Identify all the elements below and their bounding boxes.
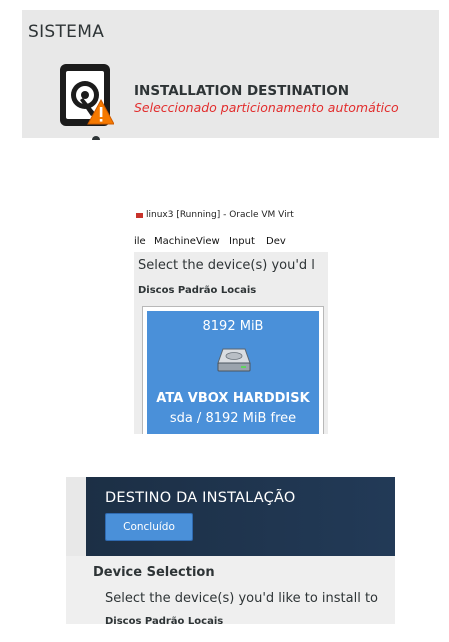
disk-size: 8192 MiB bbox=[202, 319, 264, 334]
virtualbox-window-crop: linux3 [Running] - Oracle VM Virt ile Ma… bbox=[134, 206, 328, 434]
done-button[interactable]: Concluído bbox=[105, 513, 193, 541]
disk-card[interactable]: 8192 MiB ATA VBOX HARDDISK sda / 8192 Mi… bbox=[142, 306, 324, 434]
menu-view[interactable]: View bbox=[196, 236, 220, 247]
menu-file[interactable]: ile bbox=[134, 236, 146, 247]
virtualbox-icon bbox=[136, 213, 143, 218]
installation-destination-title[interactable]: INSTALLATION DESTINATION bbox=[134, 83, 349, 99]
menu-input[interactable]: Input bbox=[229, 236, 255, 247]
local-disks-label: Discos Padrão Locais bbox=[138, 285, 257, 296]
system-summary-panel: SISTEMA INSTALLATION DESTINATION Selecci… bbox=[22, 10, 439, 138]
menu-machine[interactable]: Machine bbox=[154, 236, 196, 247]
hard-disk-warning-icon[interactable] bbox=[56, 62, 115, 132]
device-selection-prompt: Select the device(s) you'd l bbox=[138, 258, 315, 273]
installation-destination-spoke: DESTINO DA INSTALAÇÃO Concluído Device S… bbox=[66, 477, 395, 624]
menu-bar: ile Machine View Input Dev bbox=[134, 232, 328, 250]
installation-destination-status: Seleccionado particionamento automático bbox=[134, 100, 399, 115]
hard-drive-icon bbox=[217, 345, 251, 373]
spoke-title: DESTINO DA INSTALAÇÃO bbox=[105, 490, 296, 506]
device-selection-prompt: Select the device(s) you'd like to insta… bbox=[105, 591, 378, 606]
menu-devices[interactable]: Dev bbox=[266, 236, 286, 247]
disk-info: sda / 8192 MiB free bbox=[169, 411, 297, 426]
local-disks-label: Discos Padrão Locais bbox=[105, 616, 224, 624]
window-titlebar: linux3 [Running] - Oracle VM Virt bbox=[134, 206, 328, 226]
window-title: linux3 [Running] - Oracle VM Virt bbox=[146, 210, 294, 220]
disk-model: ATA VBOX HARDDISK bbox=[156, 391, 310, 406]
sidebar-edge bbox=[66, 477, 86, 556]
cropped-icon-fragment bbox=[92, 136, 100, 140]
spoke-header: DESTINO DA INSTALAÇÃO Concluído bbox=[86, 477, 395, 556]
disk-selected[interactable]: 8192 MiB ATA VBOX HARDDISK sda / 8192 Mi… bbox=[147, 311, 319, 434]
device-selection-heading: Device Selection bbox=[93, 565, 215, 580]
system-section-title: SISTEMA bbox=[28, 22, 105, 42]
guest-display: Select the device(s) you'd l Discos Padr… bbox=[134, 252, 328, 434]
